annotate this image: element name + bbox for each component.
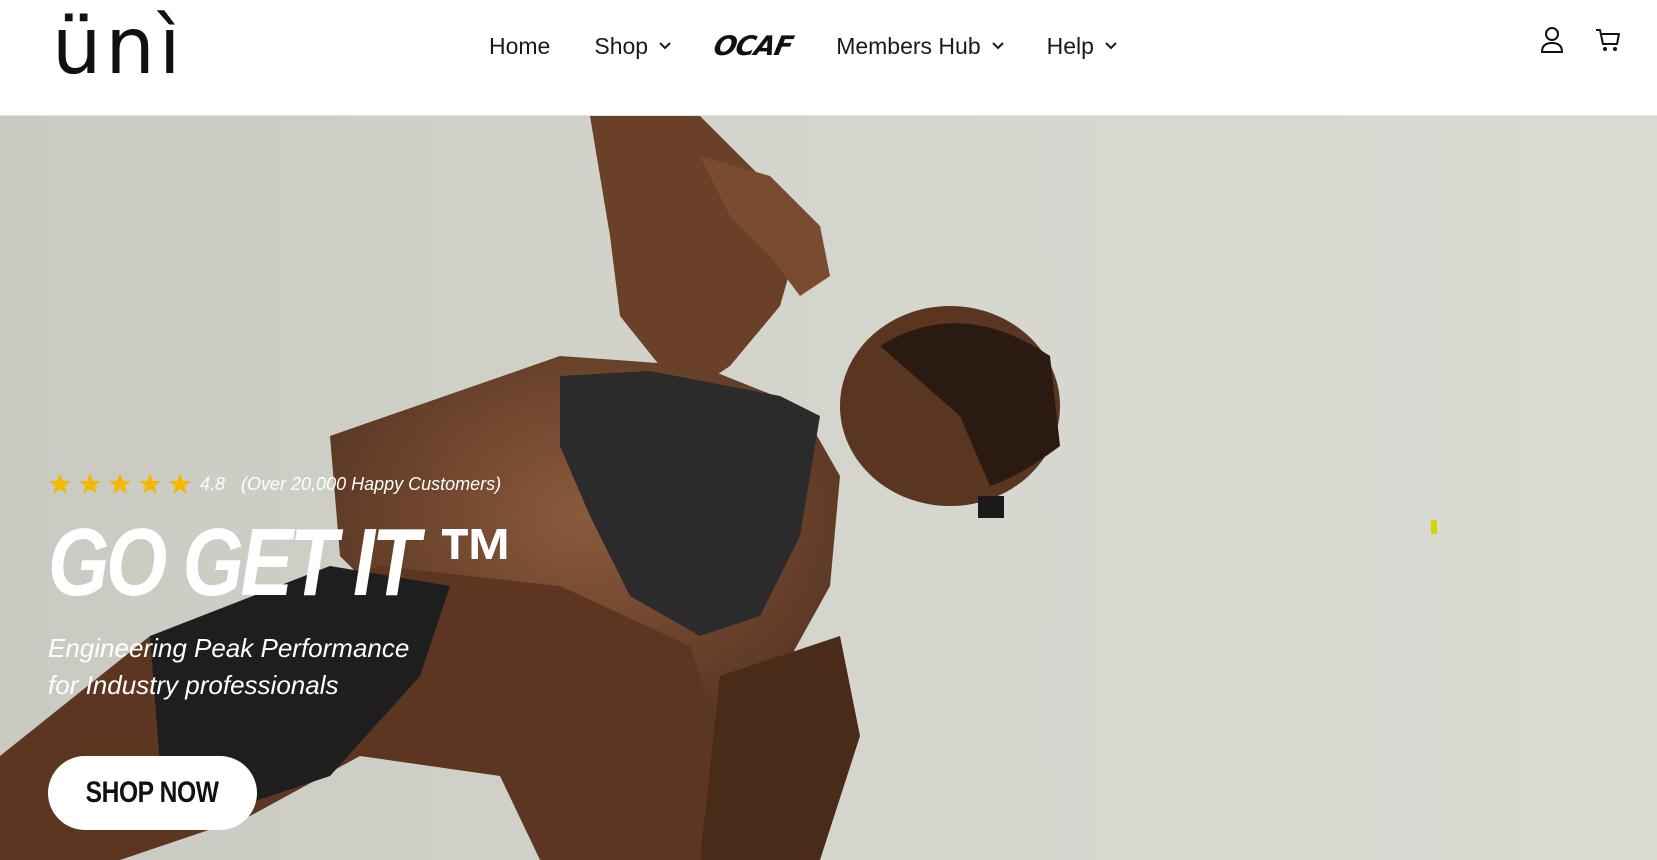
site-header: ünì Home Shop OCAF Members Hub Help [0,0,1657,116]
rating-score: 4.8 [200,473,226,494]
rating-note: (Over 20,000 Happy Customers) [241,473,502,494]
star-icon [79,473,101,494]
shop-now-label: SHOP NOW [86,776,219,809]
chevron-down-icon [991,41,1005,51]
nav-item-label: Home [489,32,551,59]
ocaf-logo: OCAF [710,30,796,62]
hero-subline-1: Engineering Peak Performance [48,633,410,663]
star-icon [139,473,161,494]
nav-item-label: Help [1046,32,1094,59]
header-actions [1537,24,1623,56]
brand-logo[interactable]: ünì [52,6,185,88]
nav-item-ocaf[interactable]: OCAF [711,26,796,66]
star-icon [109,473,131,494]
nav-item-label: Shop [594,32,649,59]
nav-item-label: Members Hub [836,32,981,59]
accent-marker [1431,520,1437,534]
account-icon[interactable] [1537,24,1567,56]
nav-item-help[interactable]: Help [1047,26,1118,66]
cart-icon[interactable] [1593,24,1623,56]
chevron-down-icon [1104,41,1118,51]
hero-subheadline: Engineering Peak Performance for Industr… [48,630,568,704]
nav-item-home[interactable]: Home [489,26,550,66]
hero-banner: 4.8 (Over 20,000 Happy Customers) GO GET… [0,116,1657,860]
star-icon [169,473,191,494]
rating-stars [48,472,192,496]
chevron-down-icon [658,41,672,51]
nav-item-members-hub[interactable]: Members Hub [836,26,1004,66]
hero-subline-2: for Industry professionals [48,670,339,700]
rating-bar: 4.8 (Over 20,000 Happy Customers) [48,472,501,496]
star-icon [49,473,71,494]
main-nav: Home Shop OCAF Members Hub Help [489,26,1118,66]
shop-now-button[interactable]: SHOP NOW [48,756,257,830]
nav-item-shop[interactable]: Shop [594,26,672,66]
hero-headline: GO GET IT ™ [48,509,514,616]
